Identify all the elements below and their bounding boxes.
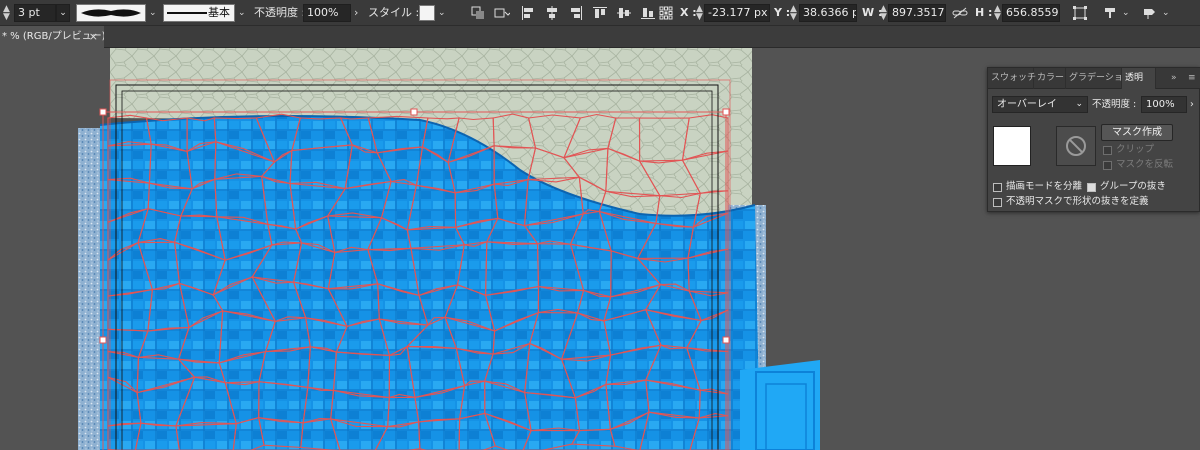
stroke-spinner-icon[interactable]: ▲ ▼ [3,5,10,22]
knockout-group-checkbox[interactable] [1087,183,1096,192]
panel-expand-icon[interactable]: » [1168,68,1180,89]
variable-width-profile[interactable] [76,4,146,22]
panel-opacity-flyout-icon[interactable]: › [1190,99,1194,111]
control-bar: ▲ ▼ 3 pt ⌄ ⌄ 基本 ⌄ 不透明度 : 100% › スタイル : ⌄ … [0,0,1200,26]
no-mask-icon [1066,136,1086,156]
make-mask-button[interactable]: マスク作成 [1101,124,1173,141]
brush-field[interactable]: 基本 [163,4,235,22]
style-swatch[interactable] [419,5,435,21]
h-spinner-icon[interactable]: ▲ ▼ [994,5,1001,22]
y-spinner-icon[interactable]: ▲ ▼ [790,5,797,22]
object-thumbnail[interactable] [993,126,1031,166]
brush-label: 基本 [208,6,230,19]
knockout-group-label: グループの抜き [1100,181,1166,192]
profile-dropdown-icon[interactable]: ⌄ [149,5,157,21]
stroke-profile-icon [81,9,141,17]
opacity-mask-label: 不透明マスクで形状の抜きを定義 [1006,196,1149,207]
arrange-dropdown-icon[interactable]: ⌄ [1122,5,1130,21]
clip-checkbox[interactable] [1103,146,1112,155]
y-field[interactable]: 38.6366 p: [799,4,857,22]
opacity-flyout-icon[interactable]: › [354,5,358,21]
transparency-panel: スウォッチ カラー グラデーション 透明 » ≡ オーバーレイ ⌄ 不透明度 :… [987,67,1200,212]
link-proportions-icon[interactable] [950,3,970,23]
align-left-icon[interactable] [518,3,538,23]
tab-swatches[interactable]: スウォッチ [988,68,1036,89]
panel-opacity-label: 不透明度 : [1092,99,1137,110]
blend-mode-dropdown[interactable]: オーバーレイ ⌄ [992,96,1088,113]
y-label: Y : [774,6,791,19]
isolate-blending-label: 描画モードを分離 [1006,181,1083,192]
w-field[interactable]: 897.3517 [888,4,946,22]
blend-mode-value: オーバーレイ [997,99,1057,110]
arrange-icon[interactable] [1100,3,1120,23]
align-middle-icon[interactable] [614,3,634,23]
x-field[interactable]: -23.177 px [704,4,770,22]
tab-gradient[interactable]: グラデーション [1066,68,1132,89]
opacity-mask-checkbox[interactable] [993,198,1002,207]
isolate-dropdown-icon[interactable]: ⌄ [1162,5,1170,21]
opacity-label: 不透明度 : [254,6,306,19]
clip-label: クリップ [1116,144,1155,155]
close-icon[interactable]: × [89,26,98,48]
invert-mask-label: マスクを反転 [1116,159,1174,170]
opacity-field[interactable]: 100% [303,4,351,22]
panel-tab-strip: スウォッチ カラー グラデーション 透明 » ≡ [988,68,1200,89]
tab-color[interactable]: カラー [1034,68,1066,89]
isolate-blending-checkbox[interactable] [993,183,1002,192]
style-dropdown-icon[interactable]: ⌄ [438,5,446,21]
isolate-icon[interactable] [1140,3,1160,23]
tab-transparency[interactable]: 透明 [1122,68,1156,89]
reference-point-icon[interactable] [656,3,676,23]
document-tab-bar: * % (RGB/プレビュー) × [0,26,1200,48]
align-right-icon[interactable] [566,3,586,23]
w-spinner-icon[interactable]: ▲ ▼ [880,5,887,22]
x-spinner-icon[interactable]: ▲ ▼ [696,5,703,22]
panel-menu-icon[interactable]: ≡ [1185,68,1199,89]
align-top-icon[interactable] [590,3,610,23]
select-similar-icon[interactable] [468,3,488,23]
panel-opacity-field[interactable]: 100% [1141,96,1187,113]
select-similar-dropdown-icon[interactable] [492,3,512,23]
stroke-weight-field[interactable]: 3 pt [14,4,56,22]
transform-icon[interactable] [1070,3,1090,23]
chevron-down-icon: ⌄ [1075,99,1083,109]
invert-mask-checkbox[interactable] [1103,161,1112,170]
brush-dropdown-icon[interactable]: ⌄ [238,5,246,21]
x-label: X : [680,6,697,19]
h-field[interactable]: 656.8559 [1002,4,1060,22]
document-tab[interactable]: * % (RGB/プレビュー) × [0,26,104,48]
mask-thumbnail[interactable] [1056,126,1096,166]
style-label: スタイル : [368,6,420,19]
blue-box-side [740,360,820,450]
h-label: H : [975,6,993,19]
align-center-icon[interactable] [542,3,562,23]
align-bottom-icon[interactable] [638,3,658,23]
brush-line-icon [167,12,207,14]
stroke-weight-dropdown[interactable]: ⌄ [56,4,70,22]
